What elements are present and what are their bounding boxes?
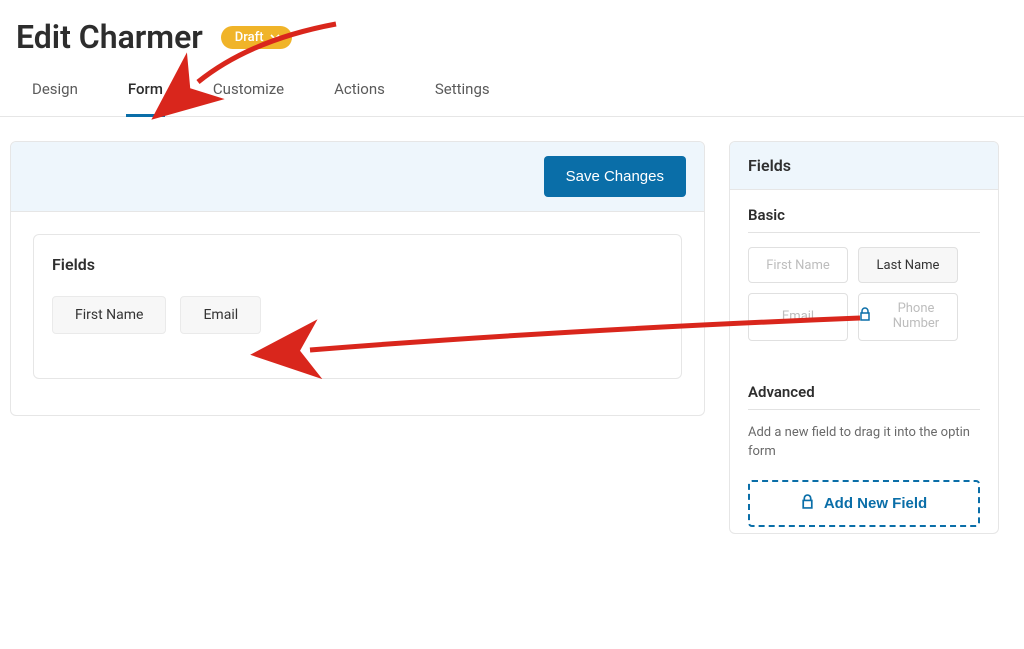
lock-icon — [801, 494, 814, 513]
page-title: Edit Charmer — [16, 18, 203, 56]
fields-dropzone[interactable]: Fields First Name Email — [33, 234, 682, 379]
tab-form[interactable]: Form — [126, 66, 165, 117]
fields-panel: Fields Basic First Name Last Name Email … — [729, 141, 999, 534]
tab-settings[interactable]: Settings — [433, 66, 492, 117]
tab-customize[interactable]: Customize — [211, 66, 286, 117]
tab-design[interactable]: Design — [30, 66, 80, 117]
chevron-down-icon — [270, 32, 280, 42]
status-pill[interactable]: Draft — [221, 26, 292, 49]
advanced-hint: Add a new field to drag it into the opti… — [748, 424, 980, 462]
add-new-field-label: Add New Field — [824, 495, 927, 512]
tabs: Design Form Customize Actions Settings — [0, 66, 1024, 117]
fields-section-title: Fields — [52, 255, 663, 274]
basic-fields-heading: Basic — [748, 206, 980, 233]
placed-field[interactable]: First Name — [52, 296, 166, 334]
advanced-fields-heading: Advanced — [748, 383, 980, 410]
palette-phone-label: Phone Number — [875, 302, 957, 332]
lock-icon — [859, 307, 871, 326]
palette-email[interactable]: Email — [748, 293, 848, 341]
tab-actions[interactable]: Actions — [332, 66, 387, 117]
placed-field[interactable]: Email — [180, 296, 261, 334]
main-card: Save Changes Fields First Name Email — [10, 141, 705, 416]
palette-last-name[interactable]: Last Name — [858, 247, 958, 283]
status-label: Draft — [235, 30, 264, 45]
add-new-field-button[interactable]: Add New Field — [748, 480, 980, 527]
fields-panel-title: Fields — [748, 156, 791, 175]
palette-phone-number[interactable]: Phone Number — [858, 293, 958, 341]
palette-first-name[interactable]: First Name — [748, 247, 848, 283]
save-button[interactable]: Save Changes — [544, 156, 686, 197]
